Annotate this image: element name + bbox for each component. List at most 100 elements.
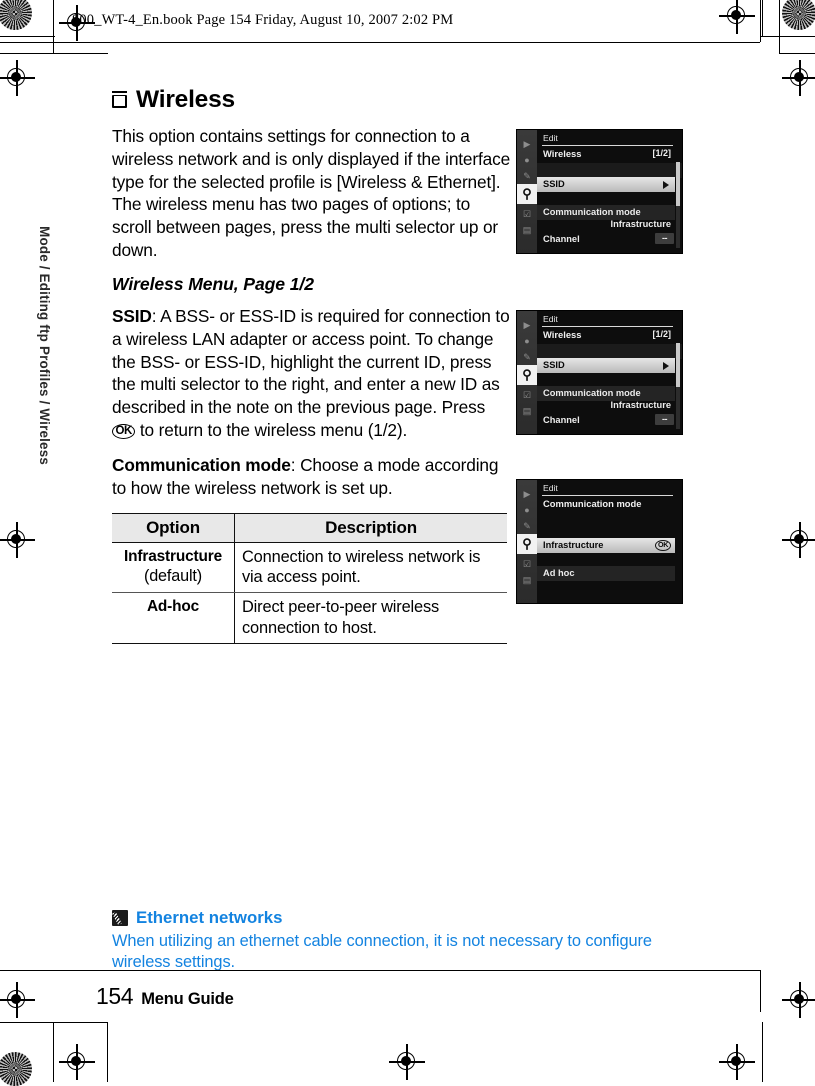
- screen-item-label: Ad hoc: [543, 568, 575, 578]
- camera-menu-rail: ▶ ● ✎ ⚲ ☑ ▤: [517, 130, 537, 253]
- screen-spacer-band: [537, 163, 682, 178]
- note-heading: Ethernet networks: [112, 908, 672, 928]
- crop-mark-tr-h: [760, 36, 815, 38]
- screen-item-communication-mode[interactable]: Communication mode: [537, 205, 675, 220]
- option-default-note: (default): [143, 566, 203, 585]
- recent-settings-icon: ▤: [522, 406, 532, 416]
- screen-selected-item-infrastructure[interactable]: Infrastructure OK: [537, 538, 675, 553]
- screen-item-label: Communication mode: [543, 207, 641, 217]
- screen-page-indicator: [1/2]: [652, 329, 671, 339]
- playback-icon: ▶: [523, 489, 531, 499]
- screen-selected-item-ssid[interactable]: SSID: [537, 358, 675, 373]
- ssid-text-before: : A BSS- or ESS-ID is required for conne…: [112, 305, 510, 418]
- camera-menu-pane: Edit Wireless [1/2] SSID Communication m…: [537, 130, 682, 253]
- screen-title: Edit: [543, 483, 558, 493]
- main-content: Wireless This option contains settings f…: [111, 86, 512, 645]
- table-header-row: Option Description: [112, 512, 507, 543]
- screen-item-communication-mode[interactable]: Communication mode: [537, 386, 675, 401]
- crop-mark-bl-v: [53, 1022, 55, 1082]
- camera-menu-pane: Edit Communication mode Infrastructure O…: [537, 480, 682, 603]
- screen-selected-item-label: SSID: [543, 360, 565, 370]
- registration-mark-top-left-outer: [0, 60, 35, 96]
- option-name: Infrastructure: [124, 547, 222, 565]
- registration-mark-right-middle: [782, 522, 815, 558]
- page-number: 154: [96, 983, 134, 1009]
- options-table: Option Description Infrastructure (defau…: [112, 512, 507, 645]
- screen-title: Edit: [543, 133, 558, 143]
- screen-spacer-band: [537, 344, 682, 359]
- registration-mark-bottom-right: [782, 982, 815, 1018]
- header-rule-vertical: [760, 0, 762, 42]
- camera-menu-rail: ▶ ● ✎ ⚲ ☑ ▤: [517, 311, 537, 434]
- page-footer: 154 Menu Guide: [96, 983, 234, 1010]
- screen-title-rule: [542, 495, 673, 496]
- camera-screenshot-wireless-menu-2: ▶ ● ✎ ⚲ ☑ ▤ Edit Wireless [1/2] SSID Com…: [516, 310, 683, 435]
- playback-icon: ▶: [523, 139, 531, 149]
- note-heading-text: Ethernet networks: [136, 908, 283, 927]
- screen-item-communication-mode-value: Infrastructure: [610, 219, 671, 229]
- screen-item-channel-value: --: [655, 233, 674, 244]
- crop-mark-tr2-h: [779, 53, 815, 55]
- print-header-text: $00_WT-4_En.book Page 154 Friday, August…: [72, 12, 454, 28]
- screen-scrollbar-thumb[interactable]: [675, 162, 680, 206]
- running-head-label: Mode / Editing ftp Profiles / Wireless: [37, 226, 52, 465]
- registration-mark-top-right: [719, 0, 755, 34]
- screen-menu-label: Wireless: [543, 148, 582, 159]
- crop-mark-bl2-v: [107, 1022, 109, 1082]
- screen-scrollbar[interactable]: [675, 343, 680, 429]
- footer-title: Menu Guide: [141, 990, 234, 1008]
- screen-item-channel-label: Channel: [543, 234, 580, 244]
- recent-settings-icon: ▤: [522, 575, 532, 585]
- screen-page-indicator: [1/2]: [652, 148, 671, 158]
- setup-wrench-icon: ⚲: [517, 534, 537, 554]
- footer-rule: [0, 970, 760, 972]
- retouch-icon: ☑: [522, 390, 532, 400]
- screen-title-rule: [542, 326, 673, 327]
- screen-title-rule: [542, 145, 673, 146]
- communication-mode-paragraph: Communication mode: Choose a mode accord…: [112, 454, 512, 500]
- crop-mark-tl-v: [53, 0, 55, 54]
- registration-mark-left-middle: [0, 522, 35, 558]
- screen-item-communication-mode-value: Infrastructure: [610, 400, 671, 410]
- running-head: Mode / Editing ftp Profiles / Wireless: [37, 145, 52, 465]
- screen-item-channel-label: Channel: [543, 415, 580, 425]
- screen-title: Edit: [543, 314, 558, 324]
- ssid-text-after: to return to the wireless menu (1/2).: [135, 420, 408, 441]
- screen-item-ad-hoc[interactable]: Ad hoc: [537, 566, 675, 581]
- table-cell-option: Ad-hoc: [112, 592, 235, 645]
- color-registration-patch-bl: [0, 1052, 32, 1086]
- page-title: Wireless: [111, 86, 512, 114]
- screen-scrollbar[interactable]: [675, 162, 680, 248]
- header-rule: [0, 42, 760, 44]
- screen-scrollbar-thumb[interactable]: [675, 343, 680, 387]
- crop-mark-tr2-v: [779, 0, 781, 54]
- ssid-paragraph: SSID: A BSS- or ESS-ID is required for c…: [112, 305, 512, 442]
- custom-settings-icon: ✎: [523, 352, 531, 362]
- registration-mark-bottom-inner-left: [59, 1044, 95, 1080]
- screen-selected-item-ssid[interactable]: SSID: [537, 177, 675, 192]
- note-body: When utilizing an ethernet cable connect…: [112, 932, 652, 972]
- registration-mark-bottom-center: [389, 1044, 425, 1080]
- crop-mark-tr-v: [762, 0, 764, 37]
- shooting-menu-icon: ●: [524, 336, 530, 346]
- shooting-menu-icon: ●: [524, 155, 530, 165]
- playback-icon: ▶: [523, 320, 531, 330]
- shooting-menu-icon: ●: [524, 505, 530, 515]
- screen-selected-item-label: Infrastructure: [543, 540, 604, 550]
- table-cell-description: Direct peer-to-peer wireless connection …: [234, 592, 507, 645]
- intro-paragraph: This option contains settings for connec…: [112, 126, 511, 261]
- registration-mark-right-upper: [782, 60, 815, 96]
- table-row: Ad-hoc Direct peer-to-peer wireless conn…: [112, 592, 507, 645]
- ok-button-icon: OK: [112, 424, 136, 440]
- color-registration-patch-tr: [782, 0, 815, 30]
- footer-rule-vertical: [760, 970, 762, 1012]
- camera-menu-rail: ▶ ● ✎ ⚲ ☑ ▤: [517, 480, 537, 603]
- retouch-icon: ☑: [522, 559, 532, 569]
- setup-wrench-icon: ⚲: [517, 365, 537, 385]
- crop-mark-br-v: [762, 1022, 764, 1082]
- ssid-term: SSID: [112, 305, 152, 326]
- table-header-option: Option: [112, 512, 235, 543]
- crop-mark-tl2-h: [0, 36, 55, 38]
- camera-screenshot-communication-mode: ▶ ● ✎ ⚲ ☑ ▤ Edit Communication mode Infr…: [516, 479, 683, 604]
- custom-settings-icon: ✎: [523, 171, 531, 181]
